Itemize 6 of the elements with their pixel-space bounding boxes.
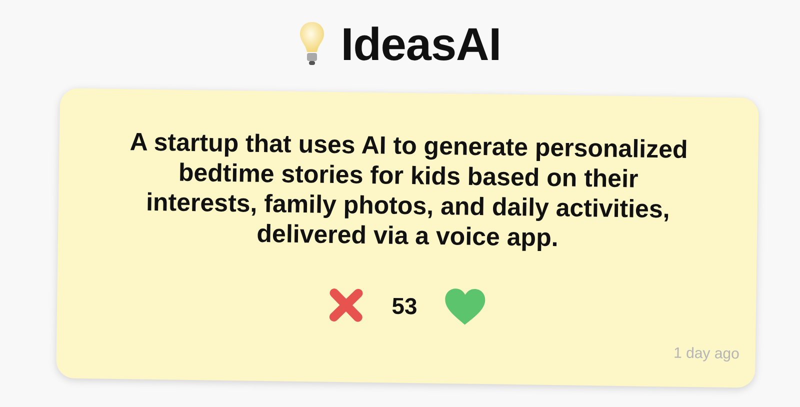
app-title: IdeasAI (340, 17, 502, 71)
like-button[interactable] (443, 288, 488, 326)
idea-text: A startup that uses AI to generate personalized bedtime stories for kids based on their interests, family photos, and daily activities, delivered via a voice app. (128, 127, 689, 254)
vote-count: 53 (392, 292, 418, 320)
timestamp: 1 day ago (673, 344, 740, 363)
lightbulb-icon (298, 20, 325, 68)
